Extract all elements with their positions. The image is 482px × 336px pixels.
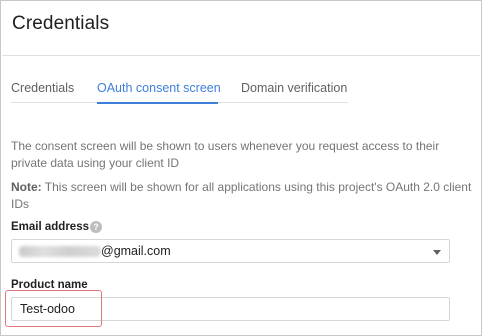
- email-address-select[interactable]: @gmail.com: [11, 239, 450, 263]
- note-text: This screen will be shown for all applic…: [11, 180, 472, 211]
- email-address-label: Email address: [11, 221, 89, 233]
- consent-description: The consent screen will be shown to user…: [11, 139, 440, 170]
- tab-credentials[interactable]: Credentials: [11, 81, 74, 95]
- blurred-email-username: [19, 246, 101, 257]
- note-prefix: Note:: [11, 180, 42, 194]
- credentials-panel: Credentials Credentials OAuth consent sc…: [0, 0, 482, 336]
- product-name-label: Product name: [11, 279, 88, 291]
- active-tab-indicator: [97, 102, 218, 104]
- help-icon[interactable]: ?: [90, 221, 102, 233]
- chevron-down-icon: [433, 250, 441, 255]
- tab-oauth-consent-screen[interactable]: OAuth consent screen: [97, 81, 221, 95]
- email-domain-text: @gmail.com: [101, 244, 171, 258]
- consent-note: Note: This screen will be shown for all …: [11, 179, 476, 213]
- tab-bar: Credentials OAuth consent screen Domain …: [11, 81, 348, 104]
- product-name-input[interactable]: [11, 297, 450, 321]
- tab-domain-verification[interactable]: Domain verification: [241, 81, 347, 95]
- page-header: Credentials: [2, 2, 480, 56]
- page-title: Credentials: [12, 13, 110, 34]
